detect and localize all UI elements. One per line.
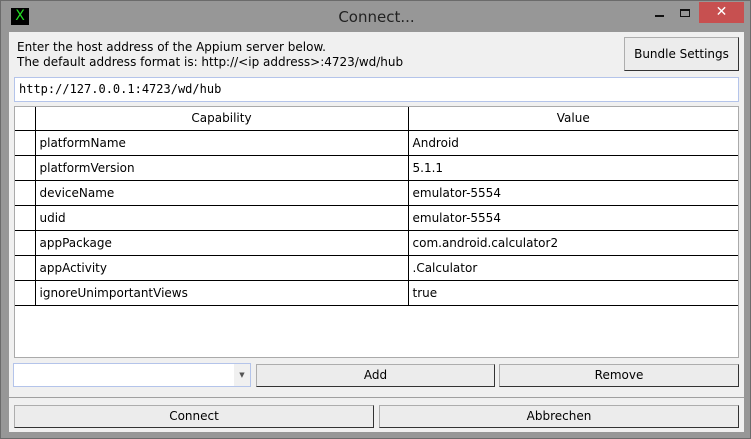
connect-button[interactable]: Connect [14,405,374,428]
value-cell[interactable]: emulator-5554 [407,204,738,231]
row-header[interactable] [15,254,36,281]
dialog-body: Enter the host address of the Appium ser… [9,32,744,432]
row-header[interactable] [15,154,36,181]
maximize-button[interactable] [670,2,700,23]
close-button[interactable]: ✕ [699,2,744,23]
cancel-button[interactable]: Abbrechen [379,405,739,428]
table-row[interactable]: platformVersion 5.1.1 [15,154,738,181]
capability-cell[interactable]: platformName [34,129,409,156]
value-cell[interactable]: 5.1.1 [407,154,738,181]
table-row[interactable]: udid emulator-5554 [15,204,738,231]
capability-cell[interactable]: udid [34,204,409,231]
instruction-line-2: The default address format is: http://<i… [17,55,404,69]
capability-cell[interactable]: deviceName [34,179,409,206]
maximize-icon [680,8,690,17]
server-url-input[interactable]: http://127.0.0.1:4723/wd/hub [14,77,739,102]
row-header[interactable] [15,129,36,156]
capabilities-table: Capability Value platformName Android plat… [14,106,739,358]
value-cell[interactable]: Android [407,129,738,156]
row-header[interactable] [15,204,36,231]
value-cell[interactable]: emulator-5554 [407,179,738,206]
capability-cell[interactable]: appPackage [34,229,409,256]
remove-button[interactable]: Remove [499,364,739,387]
title-bar[interactable]: X Connect... ✕ [1,1,751,32]
add-button[interactable]: Add [256,364,495,387]
capability-combobox[interactable]: ▼ [13,363,251,387]
divider [9,397,744,398]
row-header[interactable] [15,179,36,206]
column-header-capability[interactable]: Capability [34,107,409,131]
table-row[interactable]: appPackage com.android.calculator2 [15,229,738,256]
window-title: Connect... [338,8,415,26]
capability-cell[interactable]: appActivity [34,254,409,281]
value-cell[interactable]: true [407,279,738,306]
value-cell[interactable]: com.android.calculator2 [407,229,738,256]
table-row[interactable]: platformName Android [15,129,738,156]
row-header[interactable] [15,279,36,306]
instruction-line-1: Enter the host address of the Appium ser… [17,40,326,54]
close-icon: ✕ [715,4,728,20]
chevron-down-icon[interactable]: ▼ [234,364,250,386]
minimize-icon [654,14,664,17]
table-header-row: Capability Value [15,107,738,131]
connect-dialog: X Connect... ✕ Enter the host address of… [0,0,751,439]
column-header-value[interactable]: Value [407,107,738,131]
capability-cell[interactable]: ignoreUnimportantViews [34,279,409,306]
row-header-corner [15,107,36,131]
table-row[interactable]: ignoreUnimportantViews true [15,279,738,306]
table-row[interactable]: deviceName emulator-5554 [15,179,738,206]
bundle-settings-button[interactable]: Bundle Settings [624,37,739,71]
row-header[interactable] [15,229,36,256]
table-row[interactable]: appActivity .Calculator [15,254,738,281]
value-cell[interactable]: .Calculator [407,254,738,281]
capability-cell[interactable]: platformVersion [34,154,409,181]
